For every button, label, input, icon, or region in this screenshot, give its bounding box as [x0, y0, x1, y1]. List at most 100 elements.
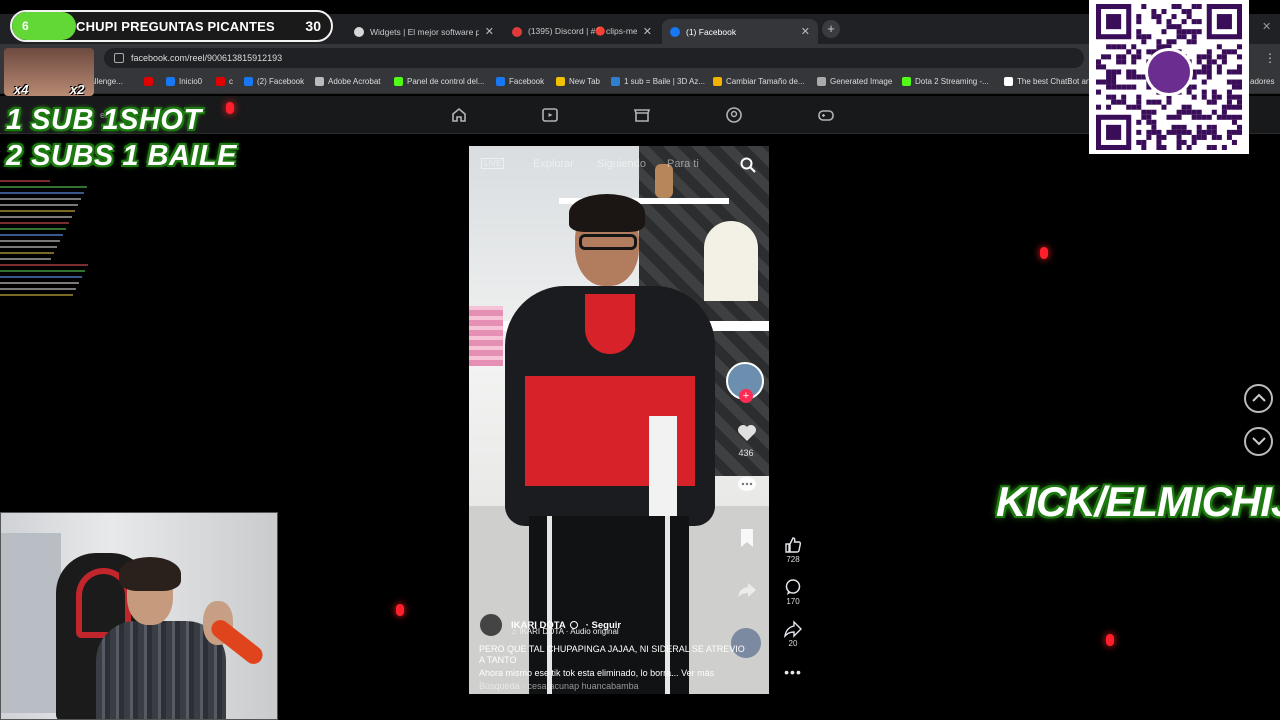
chat-line	[0, 276, 82, 281]
chat-line	[0, 264, 88, 269]
close-tab-icon[interactable]: ✕	[485, 25, 494, 38]
bookmark-label: (2) Facebook	[257, 77, 305, 86]
bookmark-item[interactable]: 1 sub = Baile | 3D Az...	[611, 77, 705, 86]
tab-discord[interactable]: (1395) Discord | #🔴clips-meme ✕	[504, 19, 660, 44]
reel-caption-more[interactable]: Ahora mismo ese tik tok esta eliminado, …	[479, 668, 759, 678]
bookmark-favicon-icon	[1004, 77, 1013, 86]
bookmark-item[interactable]: Adobe Acrobat	[315, 77, 380, 86]
chat-line	[0, 270, 85, 275]
reel-search-hint: Búsqueda · cesaracunap huancabamba	[479, 681, 639, 691]
bookmark-item[interactable]: Facebook	[496, 77, 544, 86]
chevron-down-icon	[1252, 437, 1266, 446]
gaming-icon[interactable]	[817, 106, 835, 124]
facebook-favicon-icon	[670, 26, 680, 37]
bookmark-item[interactable]: c	[216, 77, 233, 86]
home-icon[interactable]	[450, 106, 468, 124]
promo-line-2: 2 SUBS 1 BAILE	[6, 140, 237, 172]
like-count: 728	[786, 555, 800, 564]
facebook-icon	[244, 77, 253, 86]
person-glasses	[579, 234, 637, 250]
bookmark-label: Facebook	[509, 77, 545, 86]
previous-reel-button[interactable]	[1244, 384, 1273, 413]
share-button[interactable]: 20	[778, 620, 808, 648]
bookmark-favicon-icon	[611, 77, 620, 86]
bookmark-item[interactable]: adores	[1250, 77, 1274, 86]
like-button[interactable]: 728	[778, 536, 808, 564]
more-options-icon[interactable]: •••	[778, 664, 808, 680]
youtube-icon	[144, 77, 153, 86]
comment-count: 170	[786, 597, 800, 606]
bookmark-item[interactable]: Dota 2 Streaming -...	[902, 77, 989, 86]
reel-caption: PERO QUE TAL CHUPAPINGA JAJAA, NI SIDERA…	[479, 644, 745, 665]
person-jacket-white-panel	[649, 416, 677, 526]
menu-kebab-icon[interactable]: ⋮	[1264, 51, 1276, 65]
foryou-tab: Para ti	[667, 158, 699, 170]
tiktok-top-tabs: LIVE Explorar Siguiendo Para ti	[469, 158, 769, 178]
discord-favicon-icon	[512, 26, 522, 37]
chat-line	[0, 216, 72, 221]
kick-channel-text: KICK/ELMICHIJ	[996, 478, 1280, 525]
comment-button[interactable]: 170	[778, 578, 808, 606]
widgets-favicon-icon	[354, 26, 364, 37]
chat-line	[0, 234, 63, 239]
background-arch	[704, 221, 758, 301]
new-tab-button[interactable]: +	[822, 20, 840, 38]
reel-video[interactable]: LIVE Explorar Siguiendo Para ti + 436 IK…	[469, 146, 769, 694]
chat-line	[0, 240, 60, 245]
url-input[interactable]: facebook.com/reel/900613815912193	[104, 48, 1084, 68]
goal-title: CHUPI PREGUNTAS PICANTES	[76, 19, 275, 34]
groups-icon[interactable]	[725, 106, 743, 124]
following-tab: Siguiendo	[597, 158, 646, 170]
live-tab: LIVE	[481, 158, 505, 169]
chat-line	[0, 258, 51, 263]
tab-title: (1395) Discord | #🔴clips-meme	[528, 26, 637, 36]
streamer-hair	[119, 557, 181, 591]
chat-line	[0, 186, 87, 191]
background-pink-box	[469, 306, 503, 366]
share-icon	[784, 620, 802, 638]
audio-label[interactable]: ♫ IKARI DOTA · Audio original	[511, 627, 619, 636]
bookmark-item[interactable]: New Tab	[556, 77, 600, 86]
address-bar-row: facebook.com/reel/900613815912193	[0, 44, 1280, 72]
share-count: 20	[788, 639, 798, 648]
tab-widgets[interactable]: Widgets | El mejor software pa ✕	[346, 19, 502, 44]
stream-chat-log	[0, 180, 90, 300]
facebook-icon	[496, 77, 505, 86]
chat-line	[0, 288, 76, 293]
bookmark-item[interactable]: Generated Image	[817, 77, 892, 86]
bookmark-item[interactable]: (2) Facebook	[244, 77, 304, 86]
bookmark-label: New Tab	[569, 77, 600, 86]
red-spark	[1040, 247, 1048, 259]
close-tab-icon[interactable]: ✕	[801, 25, 810, 38]
marketplace-icon[interactable]	[633, 106, 651, 124]
streamer-webcam	[0, 512, 278, 720]
chat-line	[0, 210, 75, 215]
explore-tab: Explorar	[533, 158, 574, 170]
window-close-icon[interactable]: ✕	[1262, 20, 1271, 33]
close-tab-icon[interactable]: ✕	[643, 25, 652, 38]
bookmark-item[interactable]: The best ChatBot an	[1004, 77, 1090, 86]
bookmark-item[interactable]: Cambiar Tamaño de...	[713, 77, 805, 86]
person-hair	[569, 194, 645, 232]
next-reel-button[interactable]	[1244, 427, 1273, 456]
bookmark-item[interactable]	[144, 77, 157, 86]
share-arrow-icon	[738, 583, 756, 597]
chat-line	[0, 204, 78, 209]
bookmark-label: Adobe Acrobat	[328, 77, 381, 86]
comment-icon	[785, 579, 801, 595]
video-icon[interactable]	[541, 106, 559, 124]
bookmark-item[interactable]: Inicio0	[166, 77, 202, 86]
person-shirt	[585, 294, 635, 354]
bookmark-favicon-icon	[817, 77, 826, 86]
red-spark	[396, 604, 404, 616]
bookmarks-bar: FA__ challenge... Inicio0 c (2) Facebook…	[0, 72, 1280, 94]
red-spark	[1106, 634, 1114, 646]
bookmark-label: Inicio0	[179, 77, 203, 86]
star-icon	[556, 77, 565, 86]
chat-line	[0, 222, 69, 227]
bookmark-item[interactable]: Panel de control del...	[394, 77, 484, 86]
promo-line-1: 1 SUB 1SHOT	[6, 104, 202, 136]
tab-facebook[interactable]: (1) Facebook ✕	[662, 19, 818, 44]
url-text: facebook.com/reel/900613815912193	[131, 53, 283, 63]
site-info-icon[interactable]	[114, 53, 124, 63]
